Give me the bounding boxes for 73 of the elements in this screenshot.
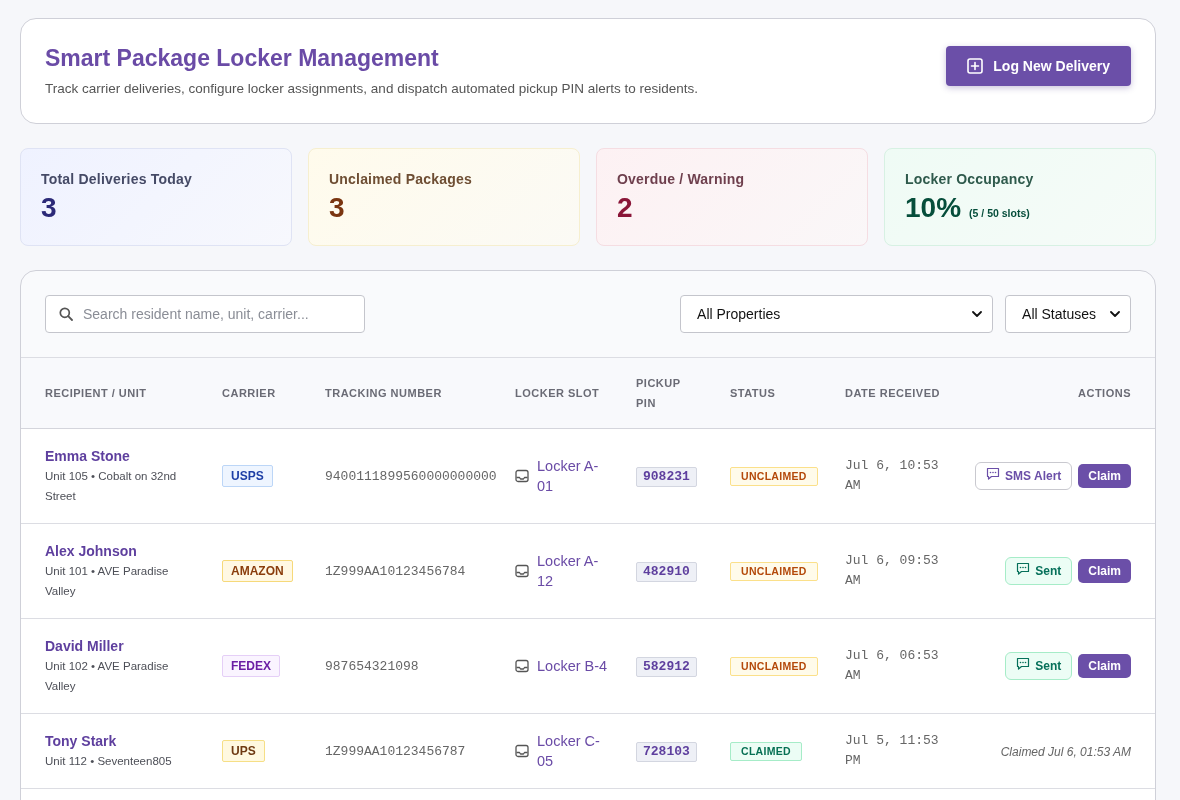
sms-alert-button[interactable]: Sent [1005, 557, 1073, 585]
tracking-number: 987654321098 [325, 658, 419, 674]
tracking-number: 9400111899560000000000 [325, 468, 497, 484]
claimed-note: Claimed Jul 6, 01:53 AM [1000, 745, 1131, 759]
page-subtitle: Track carrier deliveries, configure locker assignments, and dispatch automated pickup PIN alerts to residents. [45, 80, 699, 98]
carrier-tag: AMAZON [222, 560, 293, 582]
unit-address: Unit 112 • Seventeen805 [45, 754, 173, 769]
recipient-name[interactable]: Emma Stone [45, 446, 198, 466]
locker-slot: Locker C-05 [537, 731, 612, 771]
tray-icon [515, 469, 529, 483]
message-icon [986, 467, 1001, 481]
pickup-pin: 908231 [636, 466, 697, 487]
chevron-down-icon [972, 311, 983, 317]
stat-value: 3 [329, 191, 345, 225]
status-tag: CLAIMED [730, 742, 802, 761]
search-icon [59, 307, 73, 321]
claim-button[interactable]: Claim [1078, 464, 1131, 488]
sms-alert-button[interactable]: Sent [1005, 652, 1073, 680]
stat-label: Unclaimed Packages [329, 170, 473, 189]
page-title: Smart Package Locker Management [45, 44, 440, 73]
date-received: Jul 6, 10:53 AM [845, 457, 940, 495]
column-header: STATUS [730, 387, 776, 399]
recipient-name[interactable]: Alex Johnson [45, 541, 198, 561]
stat-value: 10% [905, 191, 962, 225]
column-header: PICKUP PIN [636, 376, 682, 411]
filter-dropdown[interactable]: All Statuses [1005, 295, 1131, 333]
unit-address: Unit 102 • AVE Paradise Valley [45, 659, 170, 694]
column-header: RECIPIENT / UNIT [45, 387, 147, 399]
carrier-tag: USPS [222, 465, 273, 487]
column-header: TRACKING NUMBER [325, 387, 442, 399]
stat-value: 3 [41, 191, 57, 225]
filter-dropdown[interactable]: All Properties [680, 295, 994, 333]
stat-value: 2 [617, 191, 633, 225]
stat-note: (5 / 50 slots) [969, 207, 1030, 219]
stat-label: Total Deliveries Today [41, 170, 193, 189]
column-header: ACTIONS [1078, 387, 1131, 399]
column-header: DATE RECEIVED [845, 387, 940, 399]
locker-slot: Locker A-12 [537, 551, 612, 591]
message-icon [1016, 657, 1031, 671]
tray-icon [515, 744, 529, 758]
pickup-pin: 482910 [636, 561, 697, 582]
status-tag: UNCLAIMED [730, 657, 818, 676]
status-tag: UNCLAIMED [730, 467, 818, 486]
tray-icon [515, 659, 529, 673]
stat-label: Locker Occupancy [905, 170, 1035, 189]
chevron-down-icon [1110, 311, 1120, 317]
status-tag: UNCLAIMED [730, 562, 818, 581]
column-header: LOCKER SLOT [515, 387, 600, 399]
date-received: Jul 6, 06:53 AM [845, 647, 940, 685]
message-icon [1016, 562, 1031, 576]
column-header: CARRIER [222, 387, 276, 399]
log-new-delivery-button[interactable]: Log New Delivery [946, 46, 1131, 86]
claim-button[interactable]: Claim [1078, 559, 1131, 583]
date-received: Jul 6, 09:53 AM [845, 552, 940, 590]
tracking-number: 1Z999AA10123456787 [325, 743, 466, 759]
locker-slot: Locker A-01 [537, 456, 612, 496]
locker-slot: Locker B-4 [537, 656, 608, 676]
pickup-pin: 582912 [636, 656, 697, 677]
carrier-tag: UPS [222, 740, 265, 762]
date-received: Jul 5, 11:53 PM [845, 732, 940, 770]
search-field[interactable]: Search resident name, unit, carrier... [45, 295, 365, 333]
carrier-tag: FEDEX [222, 655, 280, 677]
unit-address: Unit 105 • Cobalt on 32nd Street [45, 469, 178, 504]
claim-button[interactable]: Claim [1078, 654, 1131, 678]
tracking-number: 1Z999AA10123456784 [325, 563, 466, 579]
recipient-name[interactable]: Tony Stark [45, 731, 198, 751]
stat-label: Overdue / Warning [617, 170, 746, 189]
recipient-name[interactable]: David Miller [45, 636, 198, 656]
sms-alert-button[interactable]: SMS Alert [975, 462, 1073, 490]
tray-icon [515, 564, 529, 578]
plus-square-icon [967, 58, 984, 74]
pickup-pin: 728103 [636, 741, 697, 762]
unit-address: Unit 101 • AVE Paradise Valley [45, 564, 170, 599]
